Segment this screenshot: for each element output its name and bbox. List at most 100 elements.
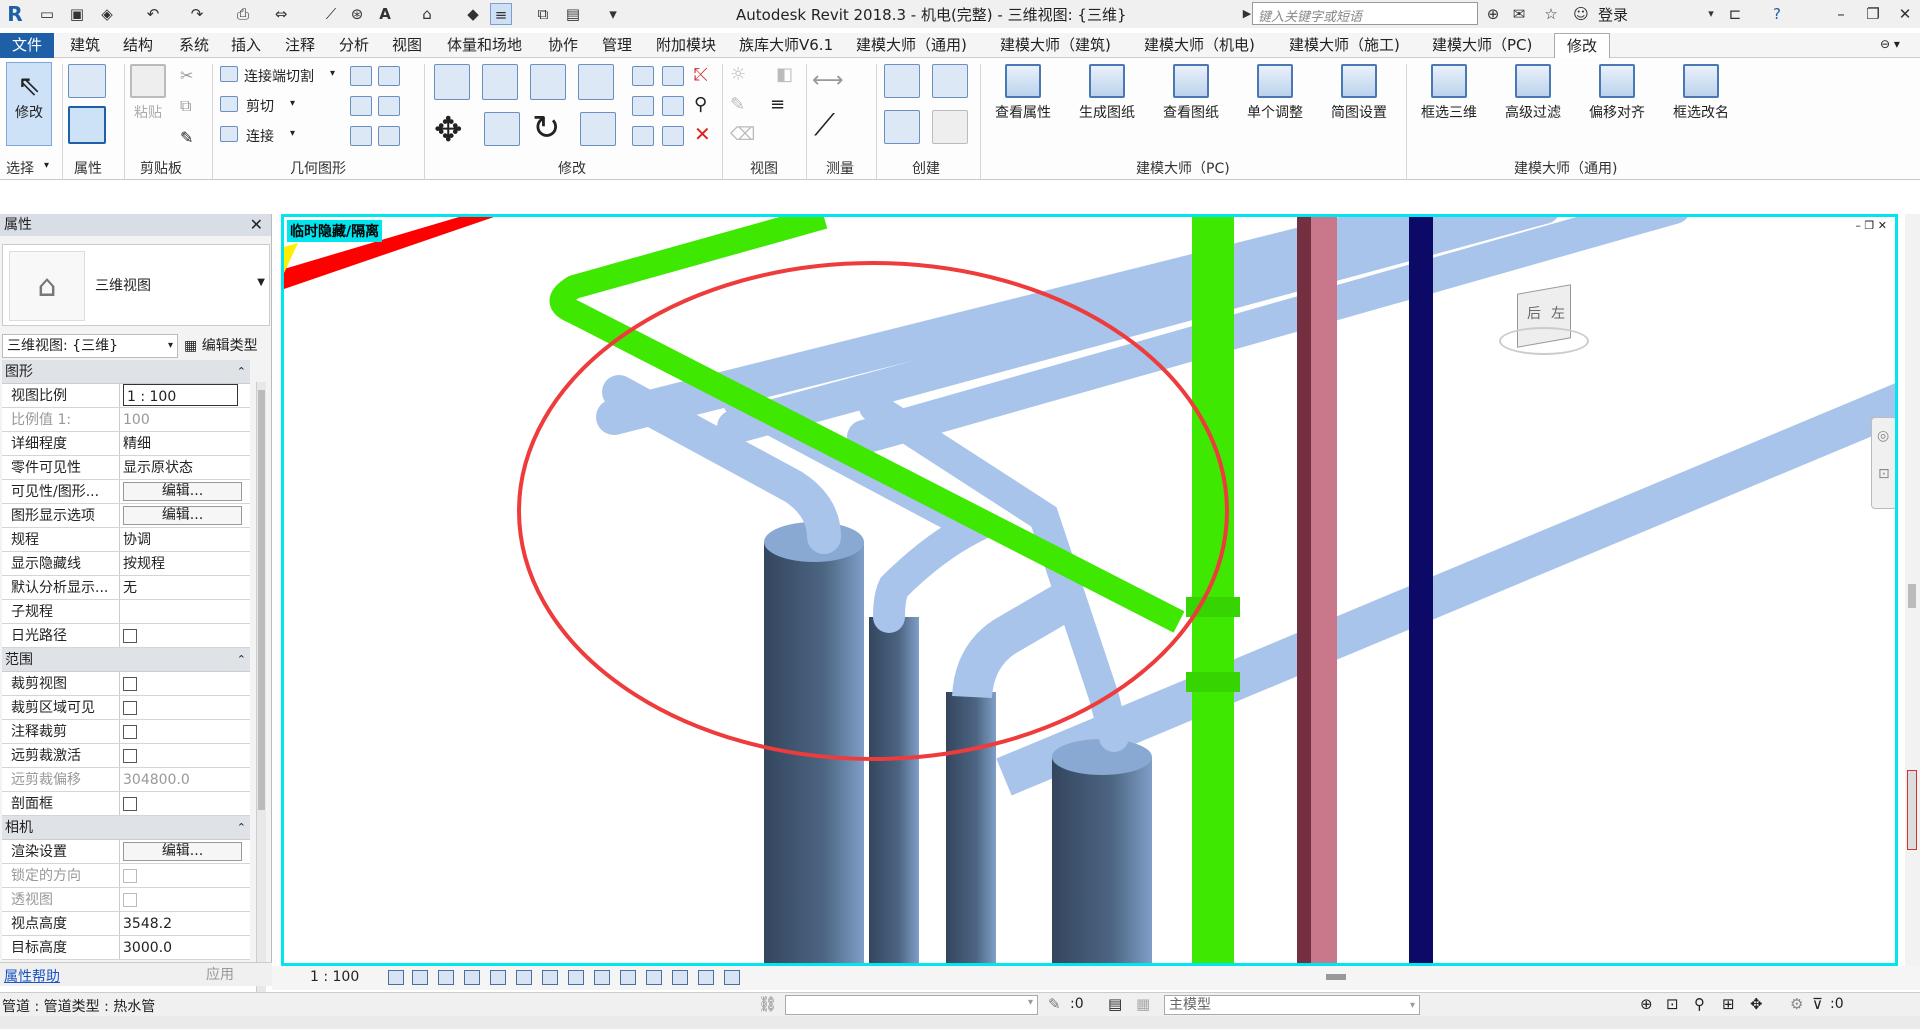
join-button[interactable]: 连接: [246, 126, 274, 146]
create-similar-icon[interactable]: [932, 110, 968, 144]
tab-family-master[interactable]: 族库大师V6.1: [735, 33, 837, 58]
viewcube[interactable]: 后 左: [1499, 284, 1589, 359]
offset-align-button[interactable]: 偏移对齐: [1580, 64, 1654, 122]
sync-icon[interactable]: ◈: [96, 3, 118, 25]
tab-architecture[interactable]: 建筑: [66, 33, 104, 58]
editable-only-icon[interactable]: ✎: [1048, 995, 1061, 1013]
properties-scrollbar[interactable]: [256, 382, 266, 1002]
vertical-pipe[interactable]: [1052, 757, 1152, 963]
reveal-constraints-icon[interactable]: [724, 970, 740, 985]
section-extents[interactable]: 范围 ⌃: [2, 648, 250, 672]
dropdown-icon[interactable]: ▾: [330, 68, 335, 79]
join-geometry-icon[interactable]: [220, 126, 238, 142]
shadows-icon[interactable]: [464, 970, 480, 985]
edit-button[interactable]: 编辑...: [123, 506, 242, 525]
crop-view-checkbox[interactable]: [123, 677, 137, 691]
close-icon[interactable]: ✕: [250, 214, 263, 236]
dropdown-icon[interactable]: ▾: [290, 98, 295, 109]
prop-value[interactable]: 3000.0: [120, 936, 250, 959]
split-gap-icon[interactable]: [662, 66, 684, 86]
array-icon[interactable]: [632, 96, 654, 116]
prop-value[interactable]: 按规程: [120, 552, 250, 575]
view-scale-input[interactable]: 1 : 100: [123, 384, 238, 406]
search-input[interactable]: 键入关键字或短语: [1252, 2, 1478, 25]
detail-level-icon[interactable]: [388, 970, 404, 985]
minimize-icon[interactable]: –: [1830, 3, 1852, 25]
pin-icon[interactable]: ⚲: [694, 94, 707, 115]
hammer-icon[interactable]: [378, 126, 400, 146]
undo-icon[interactable]: ↶: [142, 3, 164, 25]
tab-master-construction[interactable]: 建模大师（施工): [1285, 33, 1404, 58]
navy-vertical-pipe[interactable]: [1409, 217, 1433, 963]
measure-between-icon[interactable]: ⟷: [812, 68, 844, 93]
cut-geometry-icon[interactable]: [220, 96, 238, 112]
select-pinned-icon[interactable]: ⚲: [1694, 995, 1705, 1013]
linework-icon[interactable]: ≡: [770, 94, 785, 115]
user-icon[interactable]: ☺: [1570, 3, 1592, 25]
chevron-down-icon[interactable]: ▼: [257, 277, 265, 288]
generate-drawing-button[interactable]: 生成图纸: [1070, 64, 1144, 122]
tab-master-mep[interactable]: 建模大师（机电): [1140, 33, 1259, 58]
view-scale[interactable]: 1 : 100: [310, 969, 359, 985]
tab-collaborate[interactable]: 协作: [544, 33, 582, 58]
advanced-filter-button[interactable]: 高级过滤: [1496, 64, 1570, 122]
prop-value[interactable]: 精细: [120, 432, 250, 455]
crop-view-icon[interactable]: [516, 970, 532, 985]
ribbon-toggle-icon[interactable]: ⊖ ▾: [1880, 37, 1900, 51]
save-icon[interactable]: ▣: [66, 3, 88, 25]
box-select-3d-button[interactable]: 框选三维: [1412, 64, 1486, 122]
edit-button[interactable]: 编辑...: [123, 482, 242, 501]
prop-value[interactable]: 1 : 100: [120, 384, 250, 407]
reveal-hidden-icon[interactable]: [620, 970, 636, 985]
close-icon[interactable]: ✕: [1894, 3, 1916, 25]
apply-button[interactable]: 应用: [170, 965, 270, 985]
thin-lines-icon[interactable]: ≡: [490, 3, 512, 25]
wall-joins-icon[interactable]: [350, 66, 372, 86]
collapse-icon[interactable]: ⌃: [237, 648, 246, 672]
split-face-icon[interactable]: [350, 96, 372, 116]
copy-icon[interactable]: ⧉: [180, 96, 191, 116]
create-assembly-icon[interactable]: [884, 64, 920, 98]
cut-button[interactable]: 剪切: [246, 96, 274, 116]
select-underlay-icon[interactable]: ⊡: [1666, 995, 1679, 1013]
3d-viewport[interactable]: 临时隐藏/隔离 – ❐ ✕ 后 左 ◎ ⊡: [281, 214, 1898, 966]
trim-multi-icon[interactable]: [662, 126, 684, 146]
collapse-icon[interactable]: ⌃: [237, 816, 246, 840]
box-rename-button[interactable]: 框选改名: [1664, 64, 1738, 122]
open-icon[interactable]: ▭: [36, 3, 58, 25]
connect-end-cut-button[interactable]: 连接端切割: [244, 66, 314, 86]
steering-wheel-icon[interactable]: ◎: [1877, 428, 1889, 444]
split-element-icon[interactable]: [632, 66, 654, 86]
dropdown-icon[interactable]: ▾: [290, 128, 295, 139]
cart-icon[interactable]: ⊏: [1724, 3, 1746, 25]
create-parts-icon[interactable]: [932, 64, 968, 98]
scrollbar-thumb[interactable]: [258, 390, 265, 810]
design-options-icon[interactable]: ▤: [1108, 995, 1122, 1013]
measure-icon[interactable]: ⇔: [270, 3, 292, 25]
prop-value[interactable]: [120, 600, 250, 623]
tab-manage[interactable]: 管理: [598, 33, 636, 58]
instance-selector[interactable]: 三维视图: {三维} ▾: [2, 334, 178, 358]
signin-link[interactable]: 登录: [1598, 4, 1628, 25]
far-clip-checkbox[interactable]: [123, 749, 137, 763]
select-links-icon[interactable]: ⊕: [1640, 995, 1653, 1013]
aligned-dimension-icon[interactable]: ⟋: [814, 108, 835, 143]
section-graphics[interactable]: 图形 ⌃: [2, 360, 250, 384]
qat-dropdown-icon[interactable]: ▾: [602, 3, 624, 25]
zoom-icon[interactable]: ⊡: [1878, 466, 1890, 482]
subscription-icon[interactable]: ✉: [1508, 3, 1530, 25]
tab-annotate[interactable]: 注释: [281, 33, 319, 58]
view-properties-button[interactable]: 查看属性: [986, 64, 1060, 122]
trim-extend-icon[interactable]: [580, 112, 616, 146]
tab-insert[interactable]: 插入: [227, 33, 265, 58]
analysis-display-icon[interactable]: [672, 970, 688, 985]
unlocked-view-icon[interactable]: [568, 970, 584, 985]
print-icon[interactable]: ⎙: [232, 3, 254, 25]
move-icon[interactable]: ✥: [434, 110, 463, 150]
prop-value[interactable]: 协调: [120, 528, 250, 551]
override-icon[interactable]: ✎: [730, 94, 745, 115]
hide-icon[interactable]: ◧: [776, 64, 793, 85]
properties-help-link[interactable]: 属性帮助: [4, 966, 60, 986]
show-crop-icon[interactable]: [542, 970, 558, 985]
view-drawing-button[interactable]: 查看图纸: [1154, 64, 1228, 122]
